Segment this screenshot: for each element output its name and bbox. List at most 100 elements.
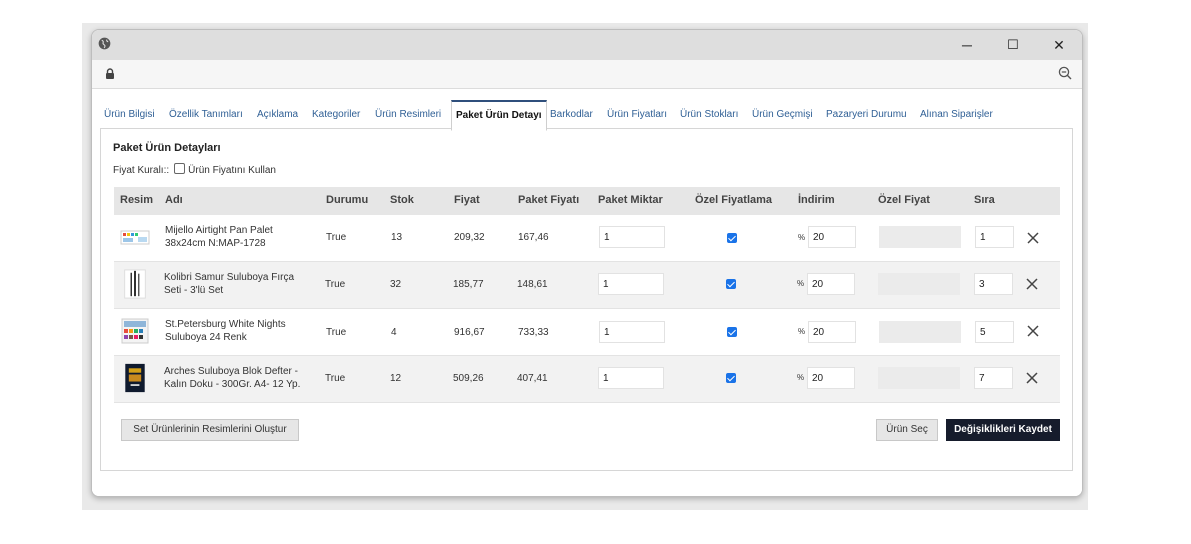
product-name: Arches Suluboya Blok Defter - Kalın Doku … — [164, 366, 301, 390]
discount-input[interactable]: 20 — [807, 273, 855, 295]
special-price-input — [879, 226, 961, 248]
price-value: 916,67 — [454, 327, 485, 338]
panel-title: Paket Ürün Detayları — [113, 142, 221, 154]
close-button[interactable]: ✕ — [1044, 34, 1074, 56]
tab-alinan-siparisler[interactable]: Alınan Siparişler — [920, 109, 993, 120]
product-thumbnail — [125, 363, 145, 393]
product-thumbnail — [120, 230, 150, 245]
zoom-out-icon[interactable] — [1058, 66, 1072, 80]
delete-row-icon[interactable] — [1025, 371, 1039, 385]
tab-ozellik-tanimlari[interactable]: Özellik Tanımları — [169, 109, 243, 120]
col-fiyat: Fiyat — [454, 194, 480, 206]
create-set-images-button[interactable]: Set Ürünlerinin Resimlerini Oluştur — [121, 419, 299, 441]
product-thumbnail — [121, 318, 149, 344]
tab-urun-gecmisi[interactable]: Ürün Geçmişi — [752, 109, 813, 120]
tab-kategoriler[interactable]: Kategoriler — [312, 109, 360, 120]
col-ozel-fiyatlama: Özel Fiyatlama — [695, 194, 773, 206]
delete-row-icon[interactable] — [1026, 231, 1040, 245]
product-name: Mijello Airtight Pan Palet 38x24cm N:MAP-… — [165, 225, 273, 249]
special-pricing-checkbox[interactable] — [726, 373, 736, 383]
status-value: True — [325, 373, 346, 384]
order-input[interactable]: 3 — [974, 273, 1013, 295]
package-qty-input[interactable]: 1 — [598, 367, 664, 389]
status-value: True — [325, 279, 346, 290]
use-product-price-checkbox[interactable] — [174, 163, 186, 174]
minimize-button[interactable]: ─ — [952, 34, 982, 56]
table-row: Arches Suluboya Blok Defter - Kalın Doku … — [114, 356, 1060, 403]
address-bar — [92, 60, 1082, 89]
table-header: Resim Adı Durumu Stok Fiyat Paket Fiyatı… — [114, 187, 1060, 215]
special-price-input — [878, 273, 960, 295]
save-changes-button[interactable]: Değişiklikleri Kaydet — [946, 419, 1060, 441]
col-sira: Sıra — [974, 194, 995, 206]
select-product-button[interactable]: Ürün Seç — [876, 419, 938, 441]
discount-input[interactable]: 20 — [807, 367, 855, 389]
maximize-button[interactable]: ☐ — [998, 34, 1028, 56]
special-price-input — [879, 321, 961, 343]
tab-barkodlar[interactable]: Barkodlar — [550, 109, 593, 120]
table-row: St.Petersburg White Nights Suluboya 24 Re… — [114, 309, 1060, 356]
title-bar: ─ ☐ ✕ — [92, 30, 1082, 60]
browser-window: ─ ☐ ✕ Ürün Bilgisi Özellik Tanımları Açı… — [91, 29, 1083, 497]
package-price-value: 148,61 — [517, 279, 548, 290]
special-pricing-checkbox[interactable] — [727, 233, 737, 243]
delete-row-icon[interactable] — [1025, 277, 1039, 291]
price-value: 509,26 — [453, 373, 484, 384]
discount-percent-label: % — [797, 279, 805, 288]
tab-paket-urun-detayi[interactable]: Paket Ürün Detayı — [451, 100, 547, 131]
stock-value: 13 — [391, 232, 403, 243]
stock-value: 12 — [390, 373, 402, 384]
package-detail-panel: Paket Ürün Detayları Fiyat Kuralı:: Ürün … — [100, 128, 1073, 471]
price-value: 185,77 — [453, 279, 484, 290]
status-value: True — [326, 327, 347, 338]
status-value: True — [326, 232, 347, 243]
col-stok: Stok — [390, 194, 414, 206]
stock-value: 32 — [390, 279, 402, 290]
order-input[interactable]: 7 — [974, 367, 1013, 389]
col-ozel-fiyat: Özel Fiyat — [878, 194, 930, 206]
discount-input[interactable]: 20 — [808, 226, 856, 248]
col-paket-fiyati: Paket Fiyatı — [518, 194, 580, 206]
package-qty-input[interactable]: 1 — [599, 226, 665, 248]
product-name: Kolibri Samur Suluboya Fırça Seti - 3'lü … — [164, 272, 295, 296]
col-adi: Adı — [165, 194, 183, 206]
price-rule-label: Fiyat Kuralı:: — [113, 165, 170, 176]
page-content: Ürün Bilgisi Özellik Tanımları Açıklama … — [92, 89, 1082, 496]
delete-row-icon[interactable] — [1026, 324, 1040, 338]
package-price-value: 167,46 — [518, 232, 549, 243]
col-paket-miktar: Paket Miktar — [598, 194, 663, 206]
special-pricing-checkbox[interactable] — [727, 327, 737, 337]
package-price-value: 733,33 — [518, 327, 549, 338]
package-qty-input[interactable]: 1 — [598, 273, 664, 295]
col-indirim: İndirim — [798, 194, 835, 206]
package-qty-input[interactable]: 1 — [599, 321, 665, 343]
tab-urun-bilgisi[interactable]: Ürün Bilgisi — [104, 109, 155, 120]
product-name: St.Petersburg White Nights Suluboya 24 Re… — [165, 319, 286, 343]
tab-bar: Ürün Bilgisi Özellik Tanımları Açıklama … — [100, 100, 1080, 131]
special-price-input — [878, 367, 960, 389]
tab-urun-resimleri[interactable]: Ürün Resimleri — [375, 109, 441, 120]
order-input[interactable]: 5 — [975, 321, 1014, 343]
tab-urun-stoklari[interactable]: Ürün Stokları — [680, 109, 738, 120]
tab-pazaryeri-durumu[interactable]: Pazaryeri Durumu — [826, 109, 907, 120]
discount-percent-label: % — [797, 373, 805, 382]
col-durumu: Durumu — [326, 194, 369, 206]
price-value: 209,32 — [454, 232, 485, 243]
col-resim: Resim — [120, 194, 154, 206]
table-row: Kolibri Samur Suluboya Fırça Seti - 3'lü … — [114, 262, 1060, 309]
stock-value: 4 — [391, 327, 397, 338]
use-product-price-label: Ürün Fiyatını Kullan — [188, 165, 276, 176]
product-thumbnail — [124, 269, 146, 299]
table-row: Mijello Airtight Pan Palet 38x24cm N:MAP-… — [114, 215, 1060, 262]
special-pricing-checkbox[interactable] — [726, 279, 736, 289]
package-price-value: 407,41 — [517, 373, 548, 384]
discount-percent-label: % — [798, 327, 806, 336]
tab-urun-fiyatlari[interactable]: Ürün Fiyatları — [607, 109, 667, 120]
discount-percent-label: % — [798, 233, 806, 242]
discount-input[interactable]: 20 — [808, 321, 856, 343]
order-input[interactable]: 1 — [975, 226, 1014, 248]
price-rule: Fiyat Kuralı:: Ürün Fiyatını Kullan — [113, 163, 276, 176]
tab-aciklama[interactable]: Açıklama — [257, 109, 298, 120]
lock-icon — [106, 68, 114, 79]
globe-icon — [98, 37, 111, 50]
